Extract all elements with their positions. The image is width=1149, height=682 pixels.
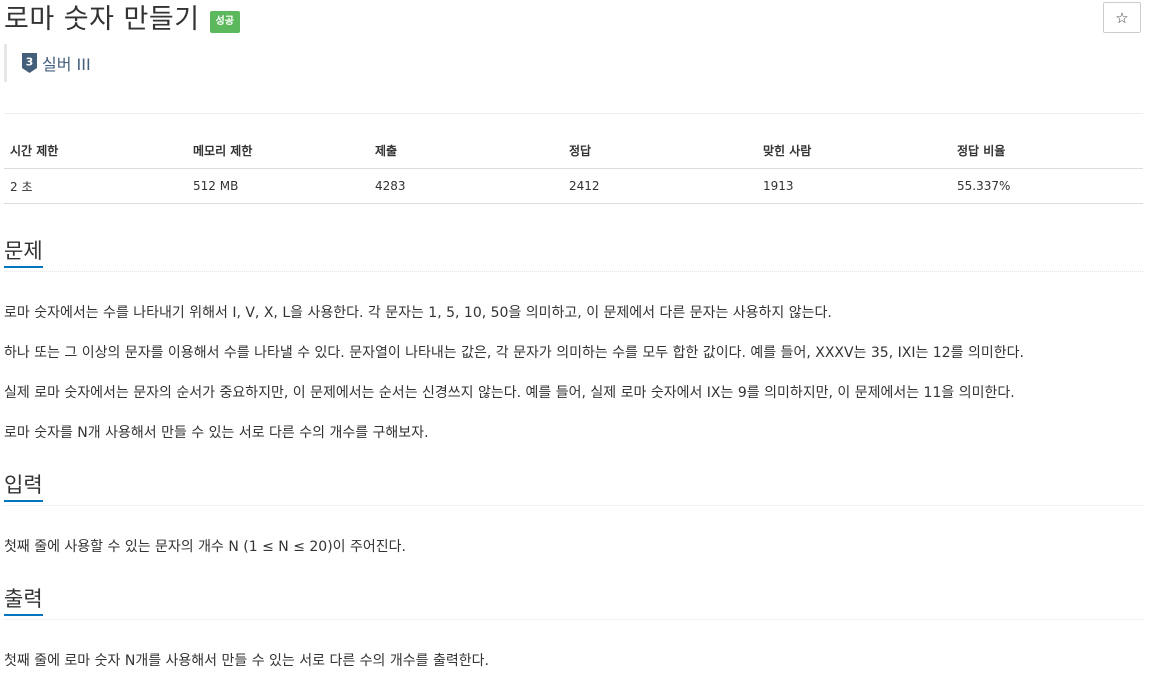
table-header-row: 시간 제한 메모리 제한 제출 정답 맞힌 사람 정답 비율 [4, 133, 1143, 169]
value-solved-users[interactable]: 1913 [757, 168, 951, 204]
output-description: 첫째 줄에 로마 숫자 N개를 사용해서 만들 수 있는 서로 다른 수의 개수… [4, 653, 489, 669]
problem-heading: 문제 [4, 236, 1143, 272]
star-icon: ☆ [1115, 8, 1129, 27]
value-accept-ratio: 55.337% [951, 168, 1143, 204]
value-time-limit: 2 초 [4, 168, 187, 204]
input-heading: 입력 [4, 470, 1143, 506]
silver-tier-icon: 3 [22, 53, 37, 73]
header-solved-users: 맞힌 사람 [757, 133, 951, 169]
output-heading: 출력 [4, 584, 1143, 620]
input-description: 첫째 줄에 사용할 수 있는 문자의 개수 N (1 ≤ N ≤ 20)이 주어… [4, 539, 406, 555]
output-heading-text: 출력 [4, 584, 43, 616]
header-accepted: 정답 [563, 133, 757, 169]
status-badge: 성공 [209, 11, 240, 33]
input-section: 입력 첫째 줄에 사용할 수 있는 문자의 개수 N (1 ≤ N ≤ 20)이… [4, 470, 1143, 560]
problem-title: 로마 숫자 만들기 [4, 4, 200, 35]
problem-paragraph-3: 실제 로마 숫자에서는 문자의 순서가 중요하지만, 이 문제에서는 순서는 신… [4, 385, 1015, 401]
tier-link[interactable]: 실버 III [42, 51, 91, 75]
title-row: 로마 숫자 만들기 성공 [4, 0, 240, 40]
divider [4, 113, 1143, 114]
section-divider [4, 619, 1143, 620]
header-submissions: 제출 [369, 133, 563, 169]
problem-info-table: 시간 제한 메모리 제한 제출 정답 맞힌 사람 정답 비율 2 초 512 M… [4, 133, 1143, 204]
tier-row: 3 실버 III [4, 44, 91, 82]
problem-heading-text: 문제 [4, 236, 43, 268]
tier-number: 3 [26, 56, 34, 69]
problem-paragraph-2: 하나 또는 그 이상의 문자를 이용해서 수를 나타낼 수 있다. 문자열이 나… [4, 345, 1024, 361]
problem-section: 문제 로마 숫자에서는 수를 나타내기 위해서 I, V, X, L을 사용한다… [4, 236, 1143, 441]
input-heading-text: 입력 [4, 470, 43, 502]
value-submissions[interactable]: 4283 [369, 168, 563, 204]
header-time-limit: 시간 제한 [4, 133, 187, 169]
header-accept-ratio: 정답 비율 [951, 133, 1143, 169]
output-section: 출력 첫째 줄에 로마 숫자 N개를 사용해서 만들 수 있는 서로 다른 수의… [4, 584, 1143, 674]
section-divider [4, 271, 1143, 272]
table-row: 2 초 512 MB 4283 2412 1913 55.337% [4, 168, 1143, 204]
problem-paragraph-1: 로마 숫자에서는 수를 나타내기 위해서 I, V, X, L을 사용한다. 각… [4, 305, 832, 321]
value-accepted[interactable]: 2412 [563, 168, 757, 204]
favorite-star-button[interactable]: ☆ [1103, 2, 1141, 33]
section-divider [4, 505, 1143, 506]
header-memory-limit: 메모리 제한 [187, 133, 369, 169]
value-memory-limit: 512 MB [187, 168, 369, 204]
problem-paragraph-4: 로마 숫자를 N개 사용해서 만들 수 있는 서로 다른 수의 개수를 구해보자… [4, 425, 429, 441]
problem-page: 로마 숫자 만들기 성공 ☆ 3 실버 III 시간 제한 메모리 제한 제출 … [0, 0, 1149, 682]
